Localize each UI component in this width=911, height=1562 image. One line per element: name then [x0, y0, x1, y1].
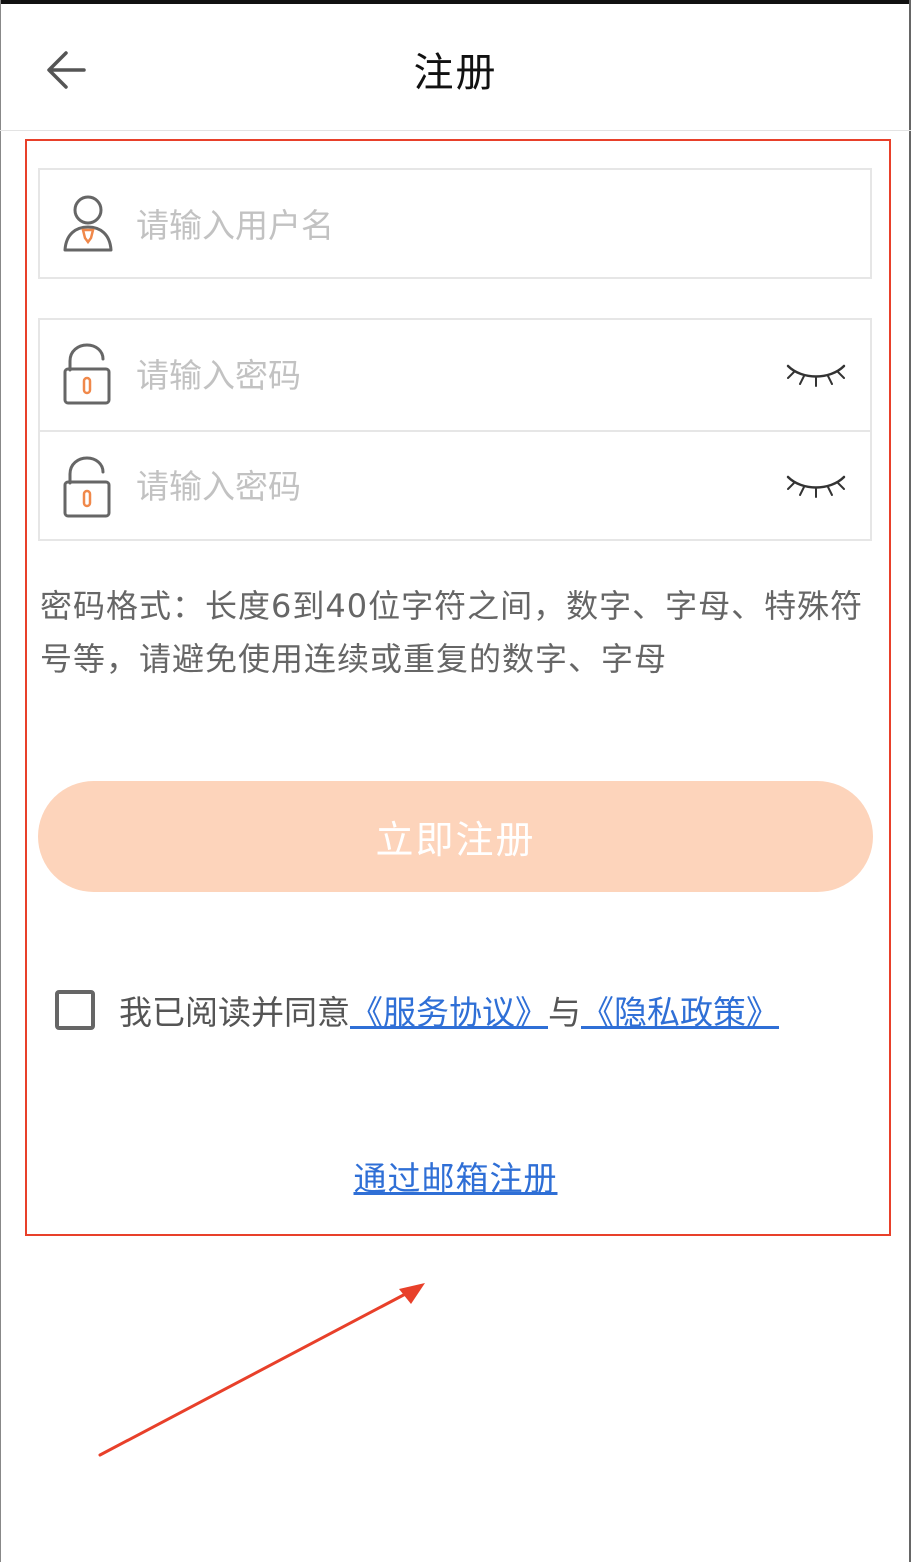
lock-icon — [63, 456, 111, 518]
username-field-box — [38, 168, 872, 280]
eye-closed-icon[interactable] — [784, 358, 848, 388]
service-agreement-link[interactable]: 《服务协议》 — [350, 986, 548, 1034]
window-left-border — [0, 0, 1, 1562]
annotation-arrow — [98, 1283, 425, 1457]
email-register-link[interactable]: 通过邮箱注册 — [354, 1159, 558, 1198]
password-group-box — [38, 318, 872, 541]
username-input[interactable] — [136, 170, 756, 280]
username-row — [40, 170, 870, 280]
agreement-checkbox[interactable] — [55, 990, 95, 1030]
lock-icon — [63, 343, 111, 405]
eye-closed-icon[interactable] — [784, 469, 848, 499]
annotation-highlight-box — [25, 139, 891, 1236]
user-icon — [63, 195, 113, 252]
page-title: 注册 — [413, 50, 498, 96]
password-input[interactable] — [136, 320, 756, 430]
email-register-row: 通过邮箱注册 — [0, 1152, 911, 1200]
password-format-hint: 密码格式：长度6到40位字符之间，数字、字母、特殊符号等，请避免使用连续或重复的… — [40, 587, 864, 678]
agreement-prefix: 我已阅读并同意 — [119, 993, 350, 1032]
confirm-password-input[interactable] — [136, 431, 756, 541]
agreement-row: 我已阅读并同意 《服务协议》 与 《隐私政策》 — [55, 985, 855, 1035]
confirm-password-row — [40, 431, 870, 541]
privacy-policy-link[interactable]: 《隐私政策》 — [581, 986, 779, 1034]
agreement-connector: 与 — [548, 993, 581, 1032]
register-button[interactable]: 立即注册 — [38, 781, 873, 892]
header-bar: 注册 — [0, 4, 911, 131]
password-row — [40, 320, 870, 430]
